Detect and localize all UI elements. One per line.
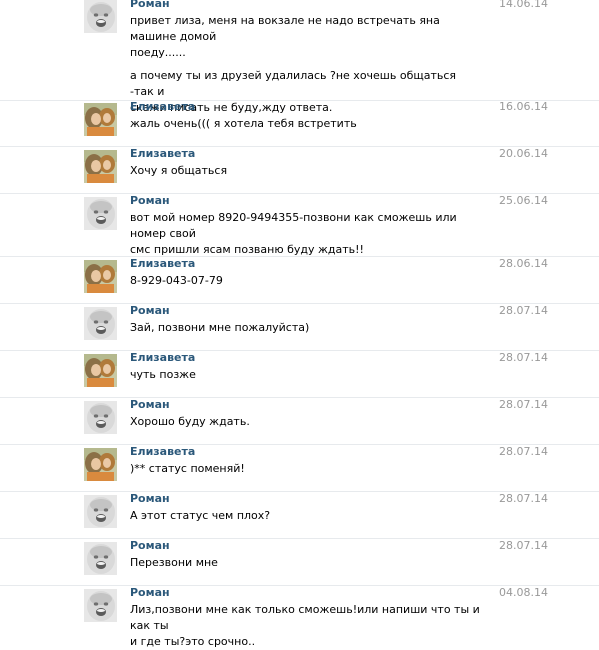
- message-item: Елизавета 28.07.14 )** статус поменяй!: [0, 445, 599, 492]
- message-text: привет лиза, меня на вокзале не надо вст…: [130, 14, 440, 59]
- message-feed: Роман 14.06.14 привет лиза, меня на вокзал…: [0, 0, 599, 648]
- girl-avatar[interactable]: [84, 150, 117, 183]
- author-name-link[interactable]: Елизавета: [130, 445, 195, 459]
- baby-avatar[interactable]: [84, 307, 117, 340]
- message-body: А этот статус чем плох?: [130, 508, 480, 524]
- message-text: чуть позже: [130, 368, 196, 381]
- author-name-link[interactable]: Роман: [130, 539, 170, 553]
- message-date: 25.06.14: [499, 194, 548, 207]
- message-item: Роман 25.06.14 вот мой номер 8920-9494355-…: [0, 194, 599, 258]
- message-body: Лиз,позвони мне как только сможешь!или н…: [130, 602, 480, 650]
- author-name-link[interactable]: Роман: [130, 586, 170, 600]
- baby-avatar[interactable]: [84, 197, 117, 230]
- author-name-link[interactable]: Роман: [130, 194, 170, 208]
- message-body: вот мой номер 8920-9494355-позвони как с…: [130, 210, 480, 258]
- girl-avatar[interactable]: [84, 103, 117, 136]
- baby-avatar[interactable]: [84, 589, 117, 622]
- girl-avatar[interactable]: [84, 354, 117, 387]
- message-body: Хорошо буду ждать.: [130, 414, 480, 430]
- message-body: 8-929-043-07-79: [130, 273, 480, 289]
- author-name-link[interactable]: Роман: [130, 398, 170, 412]
- author-name-link[interactable]: Роман: [130, 304, 170, 318]
- baby-avatar[interactable]: [84, 495, 117, 528]
- message-text: 8-929-043-07-79: [130, 274, 223, 287]
- author-name-link[interactable]: Роман: [130, 0, 170, 11]
- message-body: )** статус поменяй!: [130, 461, 480, 477]
- message-text: Перезвони мне: [130, 556, 218, 569]
- message-text: Зай, позвони мне пожалуйста): [130, 321, 310, 334]
- message-date: 28.07.14: [499, 445, 548, 458]
- message-date: 28.07.14: [499, 304, 548, 317]
- message-text: вот мой номер 8920-9494355-позвони как с…: [130, 211, 457, 256]
- message-date: 28.07.14: [499, 398, 548, 411]
- message-item: Елизавета 28.06.14 8-929-043-07-79: [0, 257, 599, 304]
- message-item: Роман 28.07.14 Перезвони мне: [0, 539, 599, 586]
- author-name-link[interactable]: Роман: [130, 492, 170, 506]
- message-text: жаль очень((( я хотела тебя встретить: [130, 117, 357, 130]
- message-body: жаль очень((( я хотела тебя встретить: [130, 116, 480, 132]
- baby-avatar[interactable]: [84, 0, 117, 33]
- message-body: Перезвони мне: [130, 555, 480, 571]
- author-name-link[interactable]: Елизавета: [130, 147, 195, 161]
- message-item: Роман 28.07.14 А этот статус чем плох?: [0, 492, 599, 539]
- message-body: Хочу я общаться: [130, 163, 480, 179]
- girl-avatar[interactable]: [84, 260, 117, 293]
- message-date: 14.06.14: [499, 0, 548, 10]
- message-item: Роман 28.07.14 Хорошо буду ждать.: [0, 398, 599, 445]
- message-date: 16.06.14: [499, 100, 548, 113]
- message-text: Хорошо буду ждать.: [130, 415, 250, 428]
- message-item: Роман 04.08.14 Лиз,позвони мне как только …: [0, 586, 599, 648]
- baby-avatar[interactable]: [84, 401, 117, 434]
- message-date: 28.07.14: [499, 492, 548, 505]
- message-item: Елизавета 16.06.14 жаль очень((( я хотела …: [0, 100, 599, 147]
- message-date: 28.07.14: [499, 539, 548, 552]
- message-item: Елизавета 28.07.14 чуть позже: [0, 351, 599, 398]
- message-item: Роман 14.06.14 привет лиза, меня на вокзал…: [0, 0, 599, 114]
- message-item: Елизавета 20.06.14 Хочу я общаться: [0, 147, 599, 194]
- message-text: Лиз,позвони мне как только сможешь!или н…: [130, 603, 480, 648]
- message-date: 04.08.14: [499, 586, 548, 599]
- message-body: чуть позже: [130, 367, 480, 383]
- message-text: Хочу я общаться: [130, 164, 228, 177]
- author-name-link[interactable]: Елизавета: [130, 100, 195, 114]
- message-date: 28.07.14: [499, 351, 548, 364]
- girl-avatar[interactable]: [84, 448, 117, 481]
- message-text: )** статус поменяй!: [130, 462, 245, 475]
- message-date: 28.06.14: [499, 257, 548, 270]
- baby-avatar[interactable]: [84, 542, 117, 575]
- author-name-link[interactable]: Елизавета: [130, 351, 195, 365]
- message-date: 20.06.14: [499, 147, 548, 160]
- message-text: А этот статус чем плох?: [130, 509, 271, 522]
- message-item: Роман 28.07.14 Зай, позвони мне пожалуйста…: [0, 304, 599, 351]
- message-body: Зай, позвони мне пожалуйста): [130, 320, 480, 336]
- author-name-link[interactable]: Елизавета: [130, 257, 195, 271]
